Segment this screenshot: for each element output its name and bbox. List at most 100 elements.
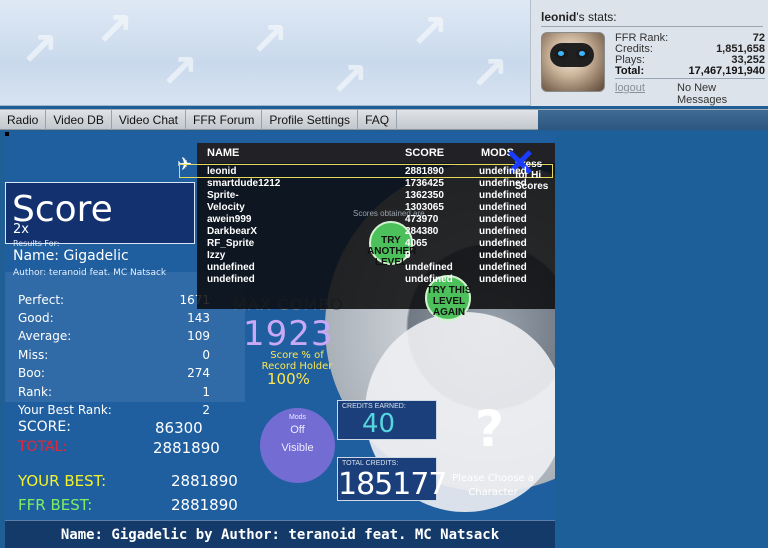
row-score: 1736425 [405,178,444,189]
header-name: NAME [207,147,240,159]
row-name: Sprite- [207,190,239,201]
avatar[interactable] [541,32,605,92]
score-label: SCORE: [18,419,71,435]
ffr-best-label: FFR BEST: [18,496,93,514]
row-score: 4065 [405,238,428,249]
decor-arrow-icon: ↗ [250,12,289,66]
character-question-icon[interactable]: ? [475,400,504,458]
decor-arrow-icon: ↗ [95,2,134,56]
total-credits-label: TOTAL CREDITS: [342,460,399,467]
bottom-song-title: Name: Gigadelic by Author: teranoid feat… [60,527,500,543]
nav-video-db[interactable]: Video DB [46,110,112,130]
ffr-best-value: 2881890 [171,496,238,514]
messages-status[interactable]: No New Messages [677,82,768,106]
rank-value: 1 [202,385,210,399]
good-label: Good: [18,311,54,325]
row-score: undefined [405,274,453,285]
row-score: 0 [405,250,411,261]
row-name: undefined [207,274,255,285]
leaderboard-row: leonid 2881890 undefined [197,166,555,178]
best-rank-value: 2 [202,403,210,417]
row-score: 2881890 [405,166,444,177]
row-mods: undefined [479,214,527,225]
stat-label: Total: [615,65,645,77]
stat-total: Total: 17,467,191,940 [615,65,765,77]
leaderboard-header: NAME SCORE MODS [197,143,555,163]
perfect-label: Perfect: [18,293,65,307]
row-name: awein999 [207,214,252,225]
song-name: Name: Gigadelic [13,248,129,264]
credits-earned-box: CREDITS EARNED: 40 [337,400,437,440]
choose-character-button[interactable]: Please Choose a Character [443,472,543,500]
score-pct-label: Score % of [270,350,324,361]
miss-label: Miss: [18,348,49,362]
avatar-eye [555,49,568,59]
results-for-label: Results For: [13,239,60,248]
row-name: Izzy [207,250,226,261]
row-mods: undefined [479,250,527,261]
leaderboard-row: awein999 473970 undefined [197,214,555,226]
nav-video-chat[interactable]: Video Chat [112,110,186,130]
row-score: 1362350 [405,190,444,201]
stat-value: 17,467,191,940 [688,65,765,77]
decor-arrow-icon: ↗ [410,4,449,58]
row-mods: undefined [479,178,527,189]
visible-label: Visible [281,442,314,454]
header-banner: ↗ ↗ ↗ ↗ ↗ ↗ ↗ [0,0,530,106]
leaderboard-row: undefined undefined undefined [197,262,555,274]
miss-value: 0 [202,348,210,362]
row-mods: undefined [479,190,527,201]
nav-faq[interactable]: FAQ [358,110,398,130]
logout-link[interactable]: logout [615,82,645,94]
decor-arrow-icon: ↗ [160,44,199,98]
boo-label: Boo: [18,366,45,380]
score-heading-box: Score [5,182,195,244]
row-name: RF_Sprite [207,238,255,249]
row-mods: undefined [479,274,527,285]
best-rank-label: Your Best Rank: [18,403,112,417]
average-value: 109 [187,329,210,343]
total-credits-value: 185177 [338,467,448,502]
nav-ffr-forum[interactable]: FFR Forum [186,110,263,130]
decor-arrow-icon: ↗ [470,46,509,100]
row-mods: undefined [479,202,527,213]
average-label: Average: [18,329,72,343]
leaderboard-row: smartdude1212 1736425 undefined [197,178,555,190]
your-best-value: 2881890 [171,472,238,490]
total-value: 2881890 [153,439,220,457]
side-background [555,132,768,548]
row-name: DarkbearX [207,226,258,237]
header-score: SCORE [405,147,445,159]
nav-radio[interactable]: Radio [0,110,47,130]
row-score: 473970 [405,214,439,225]
row-name: leonid [207,166,237,177]
score-value: 86300 [155,419,203,437]
boo-value: 274 [187,366,210,380]
leaderboard-row: DarkbearX 284380 undefined [197,226,555,238]
leaderboard-row: undefined undefined undefined [197,274,555,286]
leaderboard-overlay: NAME SCORE MODS TRY ANOTHER LEVEL TRY TH… [179,143,555,321]
credits-earned-value: 40 [362,409,396,439]
row-name: smartdude1212 [207,178,281,189]
row-mods: undefined [479,262,527,273]
row-name: undefined [207,262,255,273]
nav-profile-settings[interactable]: Profile Settings [262,110,359,130]
row-mods: undefined [479,226,527,237]
stats-username: leonid [541,10,577,24]
row-score: undefined [405,262,453,273]
rank-label: Rank: [18,385,53,399]
page-root: ↗ ↗ ↗ ↗ ↗ ↗ ↗ leonid's stats: FFR Rank: 7… [0,0,768,548]
mods-value: Off [290,424,305,436]
corner-dot [5,132,9,136]
mods-title: Mods [288,414,307,421]
total-credits-box: TOTAL CREDITS: 185177 [337,457,448,502]
good-value: 143 [187,311,210,325]
max-combo-value: 1923 [243,314,334,354]
avatar-eye [576,49,589,59]
divider [541,26,763,27]
row-mods: undefined [479,238,527,249]
main-nav: Radio Video DB Video Chat FFR Forum Prof… [0,109,768,130]
leaderboard-row: Velocity 1303065 undefined [197,202,555,214]
row-score: 284380 [405,226,439,237]
row-name: Velocity [207,202,245,213]
